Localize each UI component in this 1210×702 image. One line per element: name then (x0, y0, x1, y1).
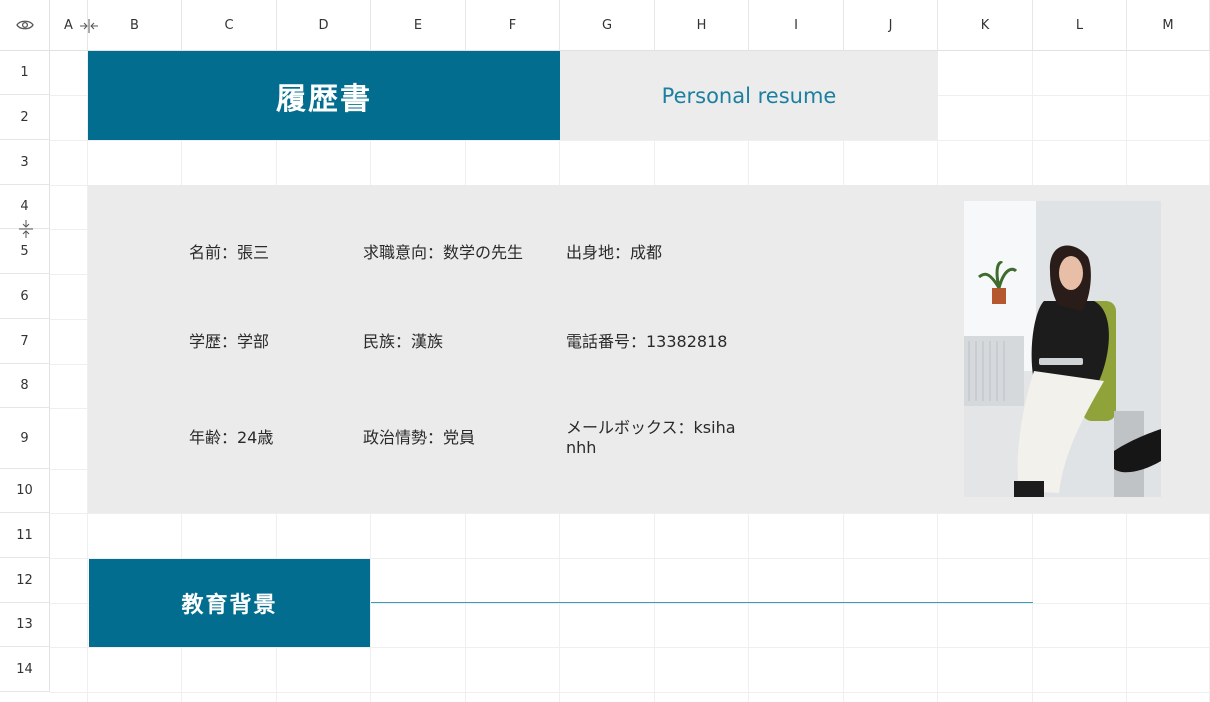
column-header-k[interactable]: K (938, 0, 1033, 51)
email-field[interactable]: メールボックス：ksihanhh (566, 418, 744, 458)
column-header-j[interactable]: J (844, 0, 938, 51)
row-gridline (50, 513, 1210, 514)
column-header-f[interactable]: F (466, 0, 560, 51)
row-header-12[interactable]: 12 (0, 558, 50, 603)
column-header-g[interactable]: G (560, 0, 655, 51)
column-resize-icon[interactable] (78, 18, 100, 34)
select-all-corner[interactable] (0, 0, 50, 51)
resume-subtitle-cell[interactable]: Personal resume (560, 51, 938, 140)
column-gridline (50, 51, 88, 702)
row-gridline (50, 140, 1210, 141)
education-section-title: 教育背景 (181, 593, 278, 618)
row-gridline (50, 692, 1210, 693)
phone-field[interactable]: 電話番号：13382818 (566, 332, 727, 352)
political-field[interactable]: 政治情勢：党員 (363, 428, 475, 448)
row-header-14[interactable]: 14 (0, 647, 50, 692)
row-header-1[interactable]: 1 (0, 51, 50, 95)
column-header-c[interactable]: C (182, 0, 277, 51)
objective-field[interactable]: 求職意向：数学の先生 (363, 243, 523, 263)
row-header-7[interactable]: 7 (0, 319, 50, 364)
row-header-9[interactable]: 9 (0, 408, 50, 469)
age-field[interactable]: 年齢：24歳 (189, 428, 273, 448)
column-header-l[interactable]: L (1033, 0, 1127, 51)
ethnicity-field[interactable]: 民族：漢族 (363, 332, 443, 352)
column-header-b[interactable]: B (88, 0, 182, 51)
education-field[interactable]: 学歴：学部 (189, 332, 269, 352)
row-resize-icon[interactable] (18, 218, 34, 240)
column-header-e[interactable]: E (371, 0, 466, 51)
birthplace-field[interactable]: 出身地：成都 (566, 243, 662, 263)
eye-icon (15, 20, 34, 30)
spreadsheet[interactable]: ABCDEFGHIJKLM 1 2 3 4 5 6 7 8 9 10 11 12 13 14 履歴書 Pe… (0, 0, 1210, 702)
profile-photo-image (964, 201, 1161, 497)
row-gridline (50, 647, 1210, 648)
resume-title: 履歴書 (276, 81, 372, 117)
row-header-2[interactable]: 2 (0, 95, 50, 140)
section-divider-line (371, 602, 1033, 603)
resume-subtitle: Personal resume (661, 83, 837, 108)
column-header-i[interactable]: I (749, 0, 844, 51)
education-section-header[interactable]: 教育背景 (89, 559, 370, 647)
row-header-13[interactable]: 13 (0, 603, 50, 647)
row-header-6[interactable]: 6 (0, 274, 50, 319)
column-header-m[interactable]: M (1127, 0, 1210, 51)
column-header-d[interactable]: D (277, 0, 371, 51)
row-header-8[interactable]: 8 (0, 364, 50, 408)
row-header-11[interactable]: 11 (0, 513, 50, 558)
name-field[interactable]: 名前：張三 (189, 243, 269, 263)
column-header-h[interactable]: H (655, 0, 749, 51)
row-header-3[interactable]: 3 (0, 140, 50, 185)
row-header-10[interactable]: 10 (0, 469, 50, 513)
profile-photo[interactable] (964, 201, 1161, 497)
resume-title-cell[interactable]: 履歴書 (88, 51, 560, 140)
